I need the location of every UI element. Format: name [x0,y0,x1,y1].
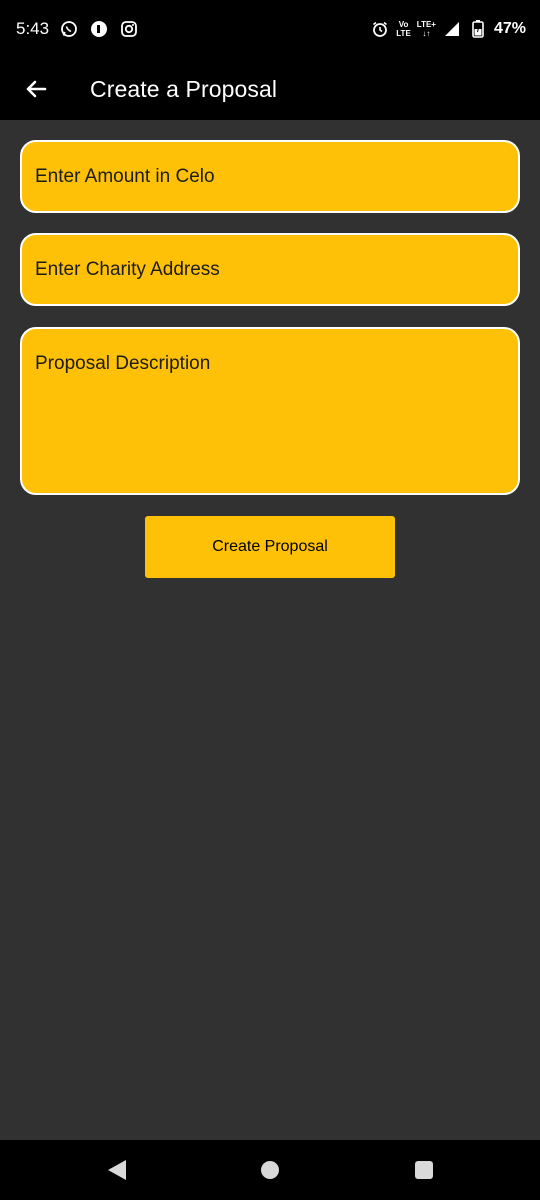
instagram-icon [119,19,139,39]
lte-bottom: ↓↑ [422,29,431,38]
nav-back-button[interactable] [106,1158,128,1187]
amount-placeholder: Enter Amount in Celo [35,165,215,187]
proposal-description-placeholder: Proposal Description [35,353,211,374]
status-bar: 5:43 Vo LTE LTE+ ↓↑ 47% [0,0,540,58]
volte-indicator: Vo LTE [396,20,411,38]
app-icon [89,19,109,39]
lte-top: LTE+ [416,20,436,29]
circle-home-icon [261,1161,279,1179]
whatsapp-icon [59,19,79,39]
create-proposal-button[interactable]: Create Proposal [145,516,395,578]
volte-top: Vo [398,20,409,29]
status-right: Vo LTE LTE+ ↓↑ 47% [370,19,526,39]
battery-icon [468,19,488,39]
proposal-description-input[interactable]: Proposal Description [20,327,520,495]
amount-input[interactable]: Enter Amount in Celo [20,140,520,213]
app-bar: Create a Proposal [0,58,540,120]
lte-indicator: LTE+ ↓↑ [417,20,436,38]
status-time: 5:43 [16,19,50,38]
square-recent-icon [415,1161,433,1179]
volte-bottom: LTE [396,29,411,38]
status-left: 5:43 [16,19,139,39]
page-title: Create a Proposal [90,75,278,102]
signal-icon [442,19,462,39]
nav-home-button[interactable] [259,1158,281,1187]
back-button[interactable] [18,71,54,107]
system-nav-bar [0,1140,540,1200]
create-proposal-label: Create Proposal [212,538,328,555]
triangle-back-icon [108,1160,126,1180]
alarm-icon [370,19,390,39]
nav-recent-button[interactable] [413,1158,435,1187]
charity-address-placeholder: Enter Charity Address [35,258,220,280]
charity-address-input[interactable]: Enter Charity Address [20,233,520,306]
battery-percent: 47% [493,20,526,37]
arrow-left-icon [26,80,47,98]
